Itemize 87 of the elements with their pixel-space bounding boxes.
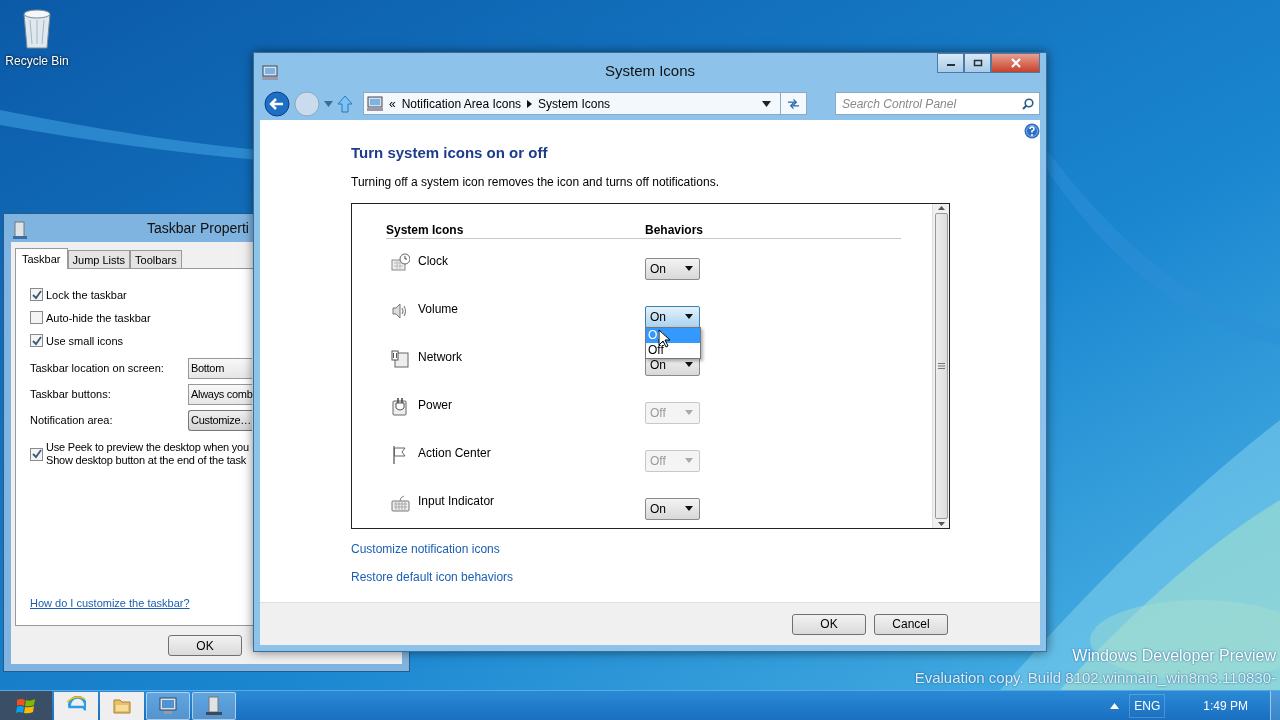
checkbox-label: Use Peek to preview the desktop when you bbox=[46, 441, 249, 454]
icon-label[interactable]: Recycle Bin bbox=[5, 54, 69, 68]
caret-icon bbox=[685, 362, 693, 368]
close-icon bbox=[1010, 58, 1021, 68]
checkbox[interactable] bbox=[30, 288, 43, 301]
behavior-dropdown[interactable]: On bbox=[645, 257, 700, 280]
clock-icon bbox=[391, 252, 410, 272]
clock-time[interactable]: 1:49 PM bbox=[1203, 698, 1248, 713]
tab[interactable]: Jump Lists bbox=[67, 250, 131, 268]
taskbar-icon bbox=[204, 695, 224, 716]
help-link[interactable]: How do I customize the taskbar? bbox=[30, 597, 190, 609]
address-bar[interactable]: « Notification Area Icons System Icons bbox=[363, 92, 781, 116]
computer-icon bbox=[367, 96, 383, 112]
computer-icon bbox=[262, 65, 278, 80]
icon-name: Network bbox=[418, 348, 462, 365]
caret-icon bbox=[685, 314, 693, 320]
taskbar-app[interactable] bbox=[192, 691, 236, 720]
icon-name: Clock bbox=[418, 252, 448, 269]
windows-logo-icon bbox=[16, 696, 36, 715]
watermark-text: Evaluation copy. Build 8102.winmain_win8m3.110830- bbox=[914, 669, 1276, 686]
caret-icon[interactable] bbox=[762, 100, 771, 107]
link[interactable]: Restore default icon behaviors bbox=[351, 569, 1040, 584]
checkbox-label: Show desktop button at the end of the task bbox=[46, 454, 248, 467]
dropdown[interactable]: Bottom bbox=[188, 357, 252, 379]
maximize-button[interactable] bbox=[964, 53, 991, 73]
column-header: Behaviors bbox=[645, 222, 704, 237]
scroll-up-icon[interactable] bbox=[937, 205, 945, 210]
dropdown[interactable]: Always comb bbox=[188, 383, 252, 405]
breadcrumb[interactable]: System Icons bbox=[538, 96, 611, 111]
cancel-button[interactable]: Cancel bbox=[874, 613, 948, 635]
caret-icon bbox=[685, 410, 693, 416]
overflow-chevron[interactable]: « bbox=[389, 96, 396, 111]
icon-name: Input Indicator bbox=[418, 492, 495, 509]
tab[interactable]: Toolbars bbox=[130, 250, 182, 268]
description: Turning off a system icon removes the icon and turns off notifications. bbox=[351, 174, 720, 189]
breadcrumb[interactable]: Notification Area Icons bbox=[401, 96, 522, 111]
refresh-icon bbox=[787, 97, 800, 110]
setting-label: Taskbar location on screen: bbox=[30, 362, 165, 374]
chevron-icon[interactable] bbox=[527, 99, 533, 108]
refresh-button[interactable] bbox=[781, 92, 807, 116]
behavior-dropdown[interactable]: On bbox=[645, 497, 700, 520]
checkbox-label: Use small icons bbox=[46, 334, 124, 347]
caret-icon bbox=[685, 458, 693, 464]
watermark-text: Windows Developer Preview bbox=[1072, 647, 1276, 665]
setting-label: Notification area: bbox=[30, 414, 114, 426]
taskbar-app[interactable] bbox=[146, 691, 190, 720]
page-heading: Turn system icons on or off bbox=[351, 143, 549, 161]
caret-icon bbox=[685, 266, 693, 272]
customize-button[interactable]: Customize… bbox=[188, 409, 252, 431]
icon-name: Action Center bbox=[418, 444, 491, 461]
checkbox-label: Auto-hide the taskbar bbox=[46, 311, 151, 324]
start-button[interactable] bbox=[0, 690, 52, 720]
icon-name: Volume bbox=[418, 300, 459, 317]
taskbar-app[interactable] bbox=[54, 691, 98, 720]
checkbox[interactable] bbox=[30, 447, 43, 461]
keyboard-icon bbox=[391, 492, 410, 512]
taskbar-icon bbox=[13, 221, 27, 239]
tab[interactable]: Taskbar bbox=[15, 248, 68, 269]
grip-icon bbox=[937, 362, 945, 369]
scrollbar[interactable] bbox=[932, 203, 949, 528]
plug-icon bbox=[391, 396, 410, 416]
window-title: System Icons bbox=[605, 61, 695, 79]
maximize-icon bbox=[972, 59, 983, 67]
window-title: Taskbar Properti bbox=[147, 220, 249, 236]
ok-button[interactable]: OK bbox=[168, 635, 242, 656]
search-icon bbox=[1022, 98, 1034, 111]
column-header: System Icons bbox=[386, 222, 465, 237]
ok-button[interactable]: OK bbox=[792, 613, 866, 635]
search-field[interactable]: Search Control Panel bbox=[835, 92, 1040, 116]
language-indicator[interactable]: ENG bbox=[1129, 693, 1166, 718]
help-icon[interactable] bbox=[1024, 122, 1040, 139]
scroll-thumb[interactable] bbox=[934, 212, 948, 519]
checkbox-label: Lock the taskbar bbox=[46, 288, 127, 301]
computer-icon bbox=[158, 695, 178, 716]
link[interactable]: Customize notification icons bbox=[351, 541, 1040, 556]
setting-label: Taskbar buttons: bbox=[30, 388, 112, 400]
taskbar-app[interactable] bbox=[100, 691, 144, 720]
recycle-bin-icon[interactable] bbox=[20, 6, 54, 50]
close-button[interactable] bbox=[991, 53, 1040, 73]
caret-icon bbox=[685, 506, 693, 512]
icon-name: Power bbox=[418, 396, 452, 413]
checkbox[interactable] bbox=[30, 311, 43, 324]
scroll-down-icon[interactable] bbox=[937, 521, 945, 526]
network-icon bbox=[391, 348, 410, 368]
chevron-up-icon[interactable] bbox=[1110, 702, 1120, 709]
checkbox[interactable] bbox=[30, 334, 43, 347]
minimize-button[interactable] bbox=[937, 53, 964, 73]
